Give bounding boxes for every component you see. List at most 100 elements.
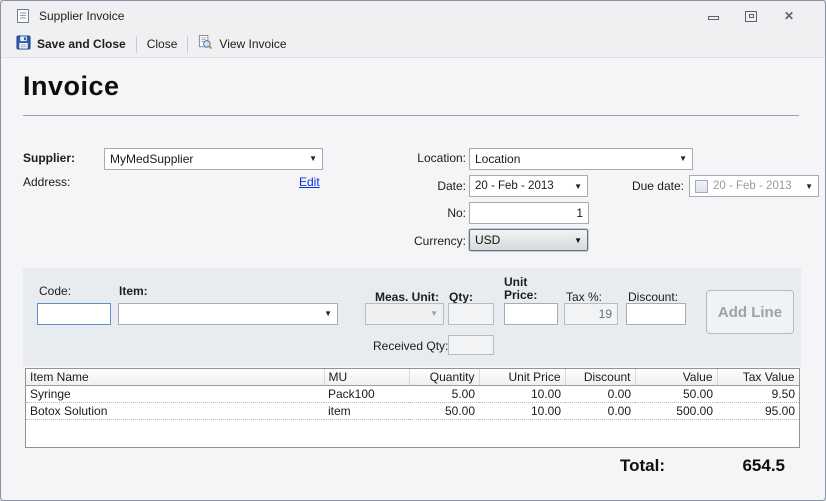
window-title: Supplier Invoice (39, 9, 124, 23)
meas-unit-label: Meas. Unit: (375, 290, 439, 304)
table-cell: Botox Solution (26, 402, 324, 419)
items-table: Item NameMUQuantityUnit PriceDiscountVal… (26, 369, 800, 420)
location-combobox[interactable]: Location ▼ (469, 148, 693, 170)
invoice-number-input[interactable]: 1 (469, 202, 589, 224)
table-cell: 10.00 (479, 402, 565, 419)
qty-input[interactable] (448, 303, 494, 325)
total-value: 654.5 (742, 456, 785, 476)
items-table-container: Item NameMUQuantityUnit PriceDiscountVal… (25, 368, 800, 448)
add-line-button[interactable]: Add Line (706, 290, 794, 334)
view-invoice-label: View Invoice (219, 37, 286, 51)
address-edit-link[interactable]: Edit (299, 175, 320, 189)
address-label: Address: (23, 175, 70, 189)
minimize-icon (708, 16, 719, 20)
no-label: No: (361, 206, 466, 220)
unit-price-input[interactable] (504, 303, 558, 325)
table-cell: 95.00 (717, 402, 799, 419)
close-toolbar-button[interactable]: Close (140, 34, 185, 54)
column-header[interactable]: Unit Price (479, 369, 565, 385)
table-row[interactable]: Botox Solutionitem50.0010.000.00500.0095… (26, 402, 799, 419)
chevron-down-icon: ▼ (805, 182, 813, 191)
save-icon (16, 35, 31, 53)
supplier-combobox[interactable]: MyMedSupplier ▼ (104, 148, 323, 170)
table-header-row: Item NameMUQuantityUnit PriceDiscountVal… (26, 369, 799, 385)
date-picker[interactable]: 20 - Feb - 2013 ▼ (469, 175, 588, 197)
invoice-form: Invoice Supplier: MyMedSupplier ▼ Addres… (1, 58, 825, 500)
table-cell: 500.00 (635, 402, 717, 419)
discount-input[interactable] (626, 303, 686, 325)
toolbar-separator (187, 36, 188, 53)
close-label: Close (147, 37, 178, 51)
date-value: 20 - Feb - 2013 (475, 180, 554, 192)
title-bar: Supplier Invoice ✕ (1, 1, 825, 31)
chevron-down-icon: ▼ (679, 155, 687, 163)
preview-document-icon (198, 35, 213, 53)
code-input[interactable] (37, 303, 111, 325)
document-icon (15, 8, 31, 24)
supplier-invoice-window: Supplier Invoice ✕ Save and Close (0, 0, 826, 501)
supplier-value: MyMedSupplier (110, 152, 193, 166)
save-and-close-button[interactable]: Save and Close (9, 32, 133, 56)
meas-unit-combobox[interactable]: ▼ (365, 303, 444, 325)
view-invoice-button[interactable]: View Invoice (191, 32, 293, 56)
qty-label: Qty: (449, 290, 473, 304)
code-label: Code: (39, 284, 71, 298)
heading-divider (23, 115, 799, 116)
table-cell: 5.00 (409, 385, 479, 402)
table-cell: item (324, 402, 409, 419)
unit-price-label: Unit Price: (504, 276, 546, 302)
page-title: Invoice (23, 71, 120, 102)
chevron-down-icon: ▼ (574, 236, 582, 245)
maximize-button[interactable] (743, 9, 759, 23)
currency-combobox[interactable]: USD ▼ (469, 229, 588, 251)
received-qty-label: Received Qty: (373, 339, 448, 353)
column-header[interactable]: Quantity (409, 369, 479, 385)
received-qty-input[interactable] (448, 335, 494, 355)
supplier-label: Supplier: (23, 151, 75, 165)
table-cell: 0.00 (565, 385, 635, 402)
currency-value: USD (475, 233, 500, 247)
table-cell: 50.00 (635, 385, 717, 402)
tax-input[interactable]: 19 (564, 303, 618, 325)
item-combobox[interactable]: ▼ (118, 303, 338, 325)
discount-label: Discount: (628, 290, 678, 304)
toolbar: Save and Close Close View Invoice (1, 31, 825, 58)
currency-label: Currency: (361, 234, 466, 248)
due-date-picker[interactable]: 20 - Feb - 2013 ▼ (689, 175, 819, 197)
minimize-button[interactable] (705, 9, 721, 23)
column-header[interactable]: Value (635, 369, 717, 385)
table-cell: 10.00 (479, 385, 565, 402)
tax-label: Tax %: (566, 290, 602, 304)
close-button[interactable]: ✕ (781, 9, 797, 23)
table-row[interactable]: SyringePack1005.0010.000.0050.009.50 (26, 385, 799, 402)
total-label: Total: (620, 456, 665, 476)
due-date-checkbox[interactable] (695, 180, 708, 193)
chevron-down-icon: ▼ (574, 182, 582, 191)
column-header[interactable]: Discount (565, 369, 635, 385)
chevron-down-icon: ▼ (430, 310, 438, 318)
table-cell: 0.00 (565, 402, 635, 419)
table-cell: Syringe (26, 385, 324, 402)
tax-value: 19 (599, 307, 612, 321)
due-date-value: 20 - Feb - 2013 (713, 180, 792, 192)
column-header[interactable]: Tax Value (717, 369, 799, 385)
chevron-down-icon: ▼ (324, 310, 332, 318)
location-value: Location (475, 152, 520, 166)
due-date-label: Due date: (591, 179, 684, 193)
item-label: Item: (119, 284, 148, 298)
maximize-icon (745, 11, 757, 22)
column-header[interactable]: Item Name (26, 369, 324, 385)
table-cell: 9.50 (717, 385, 799, 402)
table-cell: 50.00 (409, 402, 479, 419)
location-label: Location: (361, 151, 466, 165)
window-controls: ✕ (705, 9, 815, 23)
toolbar-separator (136, 36, 137, 53)
line-entry-panel: Code: Item: ▼ Meas. Unit: ▼ Qty: Unit Pr… (23, 268, 801, 366)
date-label: Date: (361, 179, 466, 193)
invoice-number-value: 1 (576, 206, 583, 220)
chevron-down-icon: ▼ (309, 155, 317, 163)
table-cell: Pack100 (324, 385, 409, 402)
close-icon: ✕ (784, 10, 794, 22)
column-header[interactable]: MU (324, 369, 409, 385)
save-and-close-label: Save and Close (37, 37, 126, 51)
